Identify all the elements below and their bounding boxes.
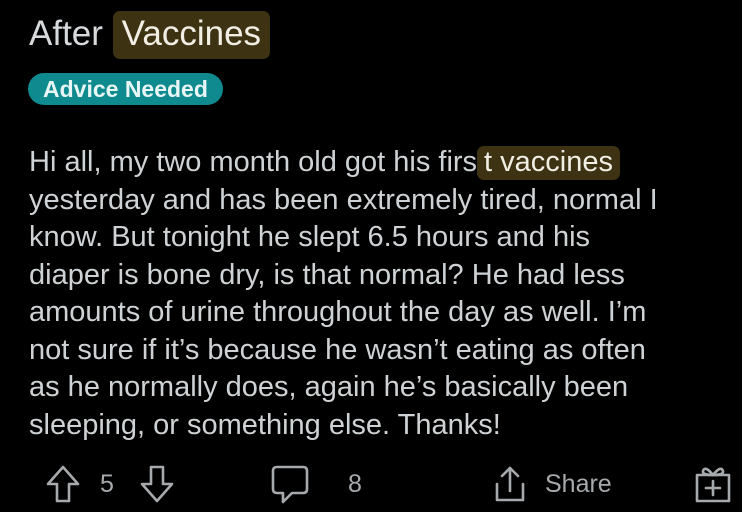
upvote-button[interactable] [45,460,81,508]
comment-count: 8 [348,469,362,498]
award-button[interactable] [693,460,733,508]
post-body-line: Hi all, my two month old got his firs t v… [29,144,729,182]
arrow-down-icon [139,464,175,504]
post-flair-badge[interactable]: Advice Needed [28,73,223,105]
share-button[interactable]: Share [490,460,612,508]
downvote-button[interactable] [139,460,175,508]
vote-count: 5 [100,469,114,498]
post-title: After Vaccines [29,8,271,60]
comments-button[interactable] [270,460,310,508]
post-body-line: amounts of urine throughout the day as w… [29,296,647,328]
post-body-line: sleeping, or something else. Thanks! [29,408,501,441]
title-prefix: After [29,14,113,53]
post-body: Hi all, my two month old got his firs t v… [29,144,729,444]
post-body-line: diaper is bone dry, is that normal? He h… [29,258,625,291]
arrow-up-icon [45,464,81,504]
post-action-bar: 5 8 Share [0,460,742,512]
post-body-line: not sure if it’s because he wasn’t eatin… [29,333,646,366]
body-search-highlight: t vaccines [477,146,620,180]
title-search-highlight: Vaccines [112,11,271,59]
speech-bubble-icon [270,463,310,505]
share-icon [490,464,530,504]
post-body-line: know. But tonight he slept 6.5 hours and… [29,221,591,253]
post-body-line: as he normally does, again he’s basicall… [29,371,629,403]
post-body-line: yesterday and has been extremely tired, … [29,183,658,216]
gift-icon [693,463,733,505]
share-label: Share [545,469,612,498]
